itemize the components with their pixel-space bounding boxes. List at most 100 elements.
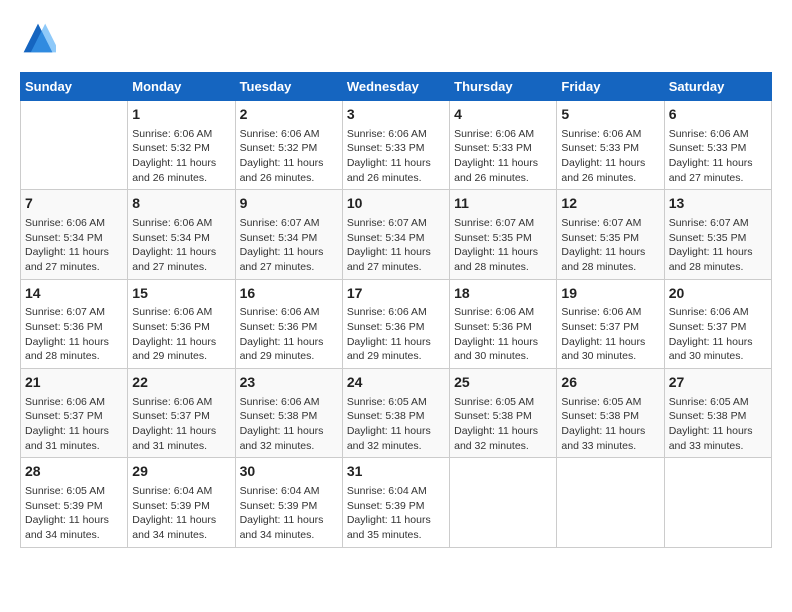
day-info: Sunrise: 6:05 AM Sunset: 5:38 PM Dayligh… xyxy=(347,395,445,454)
calendar-cell: 17Sunrise: 6:06 AM Sunset: 5:36 PM Dayli… xyxy=(342,279,449,368)
calendar-cell: 20Sunrise: 6:06 AM Sunset: 5:37 PM Dayli… xyxy=(664,279,771,368)
calendar-cell: 3Sunrise: 6:06 AM Sunset: 5:33 PM Daylig… xyxy=(342,101,449,190)
calendar-cell: 23Sunrise: 6:06 AM Sunset: 5:38 PM Dayli… xyxy=(235,369,342,458)
header-row: SundayMondayTuesdayWednesdayThursdayFrid… xyxy=(21,73,772,101)
day-info: Sunrise: 6:05 AM Sunset: 5:38 PM Dayligh… xyxy=(669,395,767,454)
day-number: 9 xyxy=(240,194,338,214)
day-number: 16 xyxy=(240,284,338,304)
calendar-week-3: 14Sunrise: 6:07 AM Sunset: 5:36 PM Dayli… xyxy=(21,279,772,368)
day-number: 27 xyxy=(669,373,767,393)
day-number: 23 xyxy=(240,373,338,393)
calendar-cell: 22Sunrise: 6:06 AM Sunset: 5:37 PM Dayli… xyxy=(128,369,235,458)
calendar-cell xyxy=(450,458,557,547)
day-number: 4 xyxy=(454,105,552,125)
calendar-cell: 18Sunrise: 6:06 AM Sunset: 5:36 PM Dayli… xyxy=(450,279,557,368)
day-number: 31 xyxy=(347,462,445,482)
day-number: 28 xyxy=(25,462,123,482)
day-info: Sunrise: 6:06 AM Sunset: 5:36 PM Dayligh… xyxy=(454,305,552,364)
day-info: Sunrise: 6:06 AM Sunset: 5:37 PM Dayligh… xyxy=(669,305,767,364)
calendar-cell: 9Sunrise: 6:07 AM Sunset: 5:34 PM Daylig… xyxy=(235,190,342,279)
day-number: 11 xyxy=(454,194,552,214)
day-number: 24 xyxy=(347,373,445,393)
day-number: 19 xyxy=(561,284,659,304)
day-info: Sunrise: 6:07 AM Sunset: 5:35 PM Dayligh… xyxy=(561,216,659,275)
day-number: 21 xyxy=(25,373,123,393)
calendar-cell: 2Sunrise: 6:06 AM Sunset: 5:32 PM Daylig… xyxy=(235,101,342,190)
day-number: 15 xyxy=(132,284,230,304)
calendar-cell: 4Sunrise: 6:06 AM Sunset: 5:33 PM Daylig… xyxy=(450,101,557,190)
day-info: Sunrise: 6:06 AM Sunset: 5:33 PM Dayligh… xyxy=(561,127,659,186)
day-number: 26 xyxy=(561,373,659,393)
calendar-cell: 15Sunrise: 6:06 AM Sunset: 5:36 PM Dayli… xyxy=(128,279,235,368)
day-info: Sunrise: 6:07 AM Sunset: 5:34 PM Dayligh… xyxy=(347,216,445,275)
calendar-cell: 12Sunrise: 6:07 AM Sunset: 5:35 PM Dayli… xyxy=(557,190,664,279)
day-number: 10 xyxy=(347,194,445,214)
day-info: Sunrise: 6:06 AM Sunset: 5:36 PM Dayligh… xyxy=(347,305,445,364)
day-number: 30 xyxy=(240,462,338,482)
day-info: Sunrise: 6:04 AM Sunset: 5:39 PM Dayligh… xyxy=(132,484,230,543)
col-header-monday: Monday xyxy=(128,73,235,101)
col-header-sunday: Sunday xyxy=(21,73,128,101)
calendar-cell: 29Sunrise: 6:04 AM Sunset: 5:39 PM Dayli… xyxy=(128,458,235,547)
calendar-cell: 10Sunrise: 6:07 AM Sunset: 5:34 PM Dayli… xyxy=(342,190,449,279)
day-info: Sunrise: 6:06 AM Sunset: 5:36 PM Dayligh… xyxy=(132,305,230,364)
day-info: Sunrise: 6:06 AM Sunset: 5:38 PM Dayligh… xyxy=(240,395,338,454)
day-info: Sunrise: 6:06 AM Sunset: 5:37 PM Dayligh… xyxy=(25,395,123,454)
day-number: 6 xyxy=(669,105,767,125)
day-info: Sunrise: 6:06 AM Sunset: 5:34 PM Dayligh… xyxy=(132,216,230,275)
calendar-cell: 7Sunrise: 6:06 AM Sunset: 5:34 PM Daylig… xyxy=(21,190,128,279)
day-number: 12 xyxy=(561,194,659,214)
day-info: Sunrise: 6:07 AM Sunset: 5:36 PM Dayligh… xyxy=(25,305,123,364)
calendar-table: SundayMondayTuesdayWednesdayThursdayFrid… xyxy=(20,72,772,548)
day-info: Sunrise: 6:06 AM Sunset: 5:34 PM Dayligh… xyxy=(25,216,123,275)
day-info: Sunrise: 6:06 AM Sunset: 5:37 PM Dayligh… xyxy=(561,305,659,364)
day-info: Sunrise: 6:05 AM Sunset: 5:38 PM Dayligh… xyxy=(454,395,552,454)
day-number: 13 xyxy=(669,194,767,214)
calendar-cell: 8Sunrise: 6:06 AM Sunset: 5:34 PM Daylig… xyxy=(128,190,235,279)
calendar-cell: 5Sunrise: 6:06 AM Sunset: 5:33 PM Daylig… xyxy=(557,101,664,190)
day-number: 29 xyxy=(132,462,230,482)
calendar-cell: 26Sunrise: 6:05 AM Sunset: 5:38 PM Dayli… xyxy=(557,369,664,458)
day-number: 7 xyxy=(25,194,123,214)
calendar-week-4: 21Sunrise: 6:06 AM Sunset: 5:37 PM Dayli… xyxy=(21,369,772,458)
day-info: Sunrise: 6:06 AM Sunset: 5:33 PM Dayligh… xyxy=(454,127,552,186)
day-info: Sunrise: 6:06 AM Sunset: 5:32 PM Dayligh… xyxy=(240,127,338,186)
calendar-cell xyxy=(21,101,128,190)
day-number: 2 xyxy=(240,105,338,125)
calendar-cell: 6Sunrise: 6:06 AM Sunset: 5:33 PM Daylig… xyxy=(664,101,771,190)
calendar-cell: 30Sunrise: 6:04 AM Sunset: 5:39 PM Dayli… xyxy=(235,458,342,547)
calendar-cell: 16Sunrise: 6:06 AM Sunset: 5:36 PM Dayli… xyxy=(235,279,342,368)
day-number: 1 xyxy=(132,105,230,125)
calendar-cell: 31Sunrise: 6:04 AM Sunset: 5:39 PM Dayli… xyxy=(342,458,449,547)
day-info: Sunrise: 6:07 AM Sunset: 5:35 PM Dayligh… xyxy=(454,216,552,275)
calendar-cell: 24Sunrise: 6:05 AM Sunset: 5:38 PM Dayli… xyxy=(342,369,449,458)
day-number: 5 xyxy=(561,105,659,125)
col-header-friday: Friday xyxy=(557,73,664,101)
day-number: 3 xyxy=(347,105,445,125)
calendar-cell: 13Sunrise: 6:07 AM Sunset: 5:35 PM Dayli… xyxy=(664,190,771,279)
col-header-thursday: Thursday xyxy=(450,73,557,101)
day-number: 20 xyxy=(669,284,767,304)
day-info: Sunrise: 6:06 AM Sunset: 5:36 PM Dayligh… xyxy=(240,305,338,364)
col-header-tuesday: Tuesday xyxy=(235,73,342,101)
calendar-week-2: 7Sunrise: 6:06 AM Sunset: 5:34 PM Daylig… xyxy=(21,190,772,279)
logo-icon xyxy=(20,20,56,56)
day-info: Sunrise: 6:06 AM Sunset: 5:33 PM Dayligh… xyxy=(347,127,445,186)
calendar-cell: 11Sunrise: 6:07 AM Sunset: 5:35 PM Dayli… xyxy=(450,190,557,279)
calendar-cell: 14Sunrise: 6:07 AM Sunset: 5:36 PM Dayli… xyxy=(21,279,128,368)
calendar-week-1: 1Sunrise: 6:06 AM Sunset: 5:32 PM Daylig… xyxy=(21,101,772,190)
calendar-week-5: 28Sunrise: 6:05 AM Sunset: 5:39 PM Dayli… xyxy=(21,458,772,547)
day-info: Sunrise: 6:05 AM Sunset: 5:38 PM Dayligh… xyxy=(561,395,659,454)
day-number: 14 xyxy=(25,284,123,304)
col-header-saturday: Saturday xyxy=(664,73,771,101)
calendar-cell: 28Sunrise: 6:05 AM Sunset: 5:39 PM Dayli… xyxy=(21,458,128,547)
logo xyxy=(20,20,60,56)
day-info: Sunrise: 6:07 AM Sunset: 5:34 PM Dayligh… xyxy=(240,216,338,275)
calendar-cell xyxy=(664,458,771,547)
day-info: Sunrise: 6:06 AM Sunset: 5:33 PM Dayligh… xyxy=(669,127,767,186)
day-info: Sunrise: 6:04 AM Sunset: 5:39 PM Dayligh… xyxy=(347,484,445,543)
day-info: Sunrise: 6:06 AM Sunset: 5:37 PM Dayligh… xyxy=(132,395,230,454)
calendar-cell: 21Sunrise: 6:06 AM Sunset: 5:37 PM Dayli… xyxy=(21,369,128,458)
day-number: 18 xyxy=(454,284,552,304)
day-info: Sunrise: 6:06 AM Sunset: 5:32 PM Dayligh… xyxy=(132,127,230,186)
